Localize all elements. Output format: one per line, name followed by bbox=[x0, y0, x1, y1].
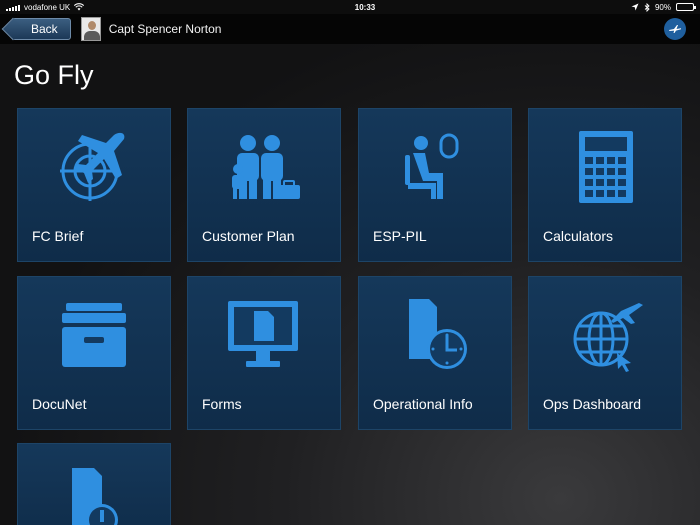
tile-forms[interactable]: Forms bbox=[187, 276, 341, 430]
tile-label: DocuNet bbox=[32, 396, 87, 412]
plane-target-icon bbox=[60, 132, 125, 201]
tile-fc-brief[interactable]: FC Brief bbox=[17, 108, 171, 262]
calculator-icon bbox=[579, 131, 633, 203]
tile-customer-plan[interactable]: Customer Plan bbox=[187, 108, 341, 262]
document-clock-icon bbox=[409, 299, 467, 369]
tile-document-alert[interactable] bbox=[17, 443, 171, 525]
tile-label: Operational Info bbox=[373, 396, 473, 412]
tile-esp-pil[interactable]: ESP-PIL bbox=[358, 108, 512, 262]
file-drawer-icon bbox=[62, 303, 126, 367]
globe-plane-icon bbox=[573, 303, 643, 372]
tile-calculators[interactable]: Calculators bbox=[528, 108, 682, 262]
tile-label: FC Brief bbox=[32, 228, 84, 244]
tile-docunet[interactable]: DocuNet bbox=[17, 276, 171, 430]
tile-grid: FC Brief Customer Plan ESP-PIL Calculato… bbox=[0, 0, 700, 525]
tile-label: Ops Dashboard bbox=[543, 396, 642, 412]
tile-label: ESP-PIL bbox=[373, 228, 427, 244]
tile-label: Calculators bbox=[543, 228, 614, 244]
monitor-document-icon bbox=[228, 301, 298, 367]
family-icon bbox=[232, 135, 300, 199]
tile-label: Customer Plan bbox=[202, 228, 295, 244]
tile-ops-dashboard[interactable]: Ops Dashboard bbox=[528, 276, 682, 430]
tile-label: Forms bbox=[202, 396, 242, 412]
document-alert-icon bbox=[72, 468, 118, 525]
seated-passenger-icon bbox=[405, 133, 459, 199]
tile-operational-info[interactable]: Operational Info bbox=[358, 276, 512, 430]
